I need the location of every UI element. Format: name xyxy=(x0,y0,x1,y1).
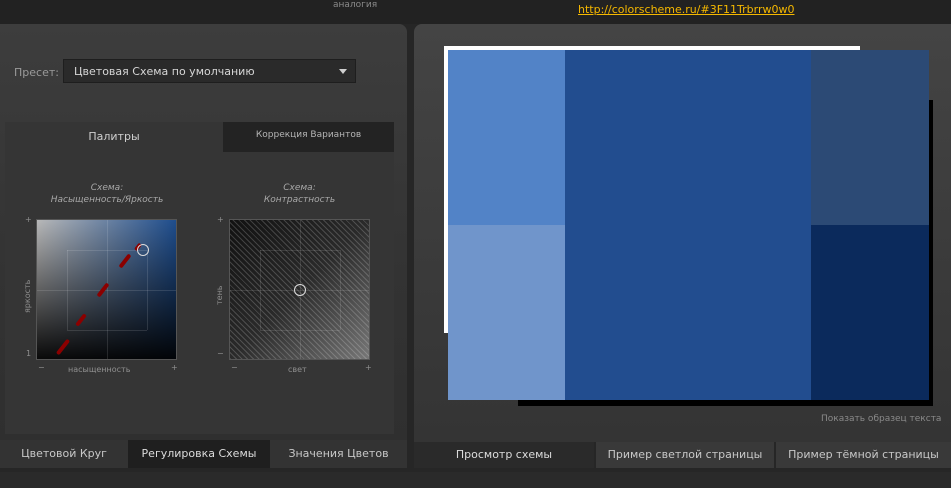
scheme-marker xyxy=(55,338,71,356)
contrast-title: Схема: Контрастность xyxy=(229,182,370,206)
settings-panel: Пресет: Цветовая Схема по умолчанию Пали… xyxy=(0,24,407,440)
contrast-x-axis-label: свет xyxy=(288,365,307,374)
saturation-brightness-title: Схема: Насыщенность/Яркость xyxy=(27,182,187,206)
contrast-y-minus-label: − xyxy=(217,349,224,358)
scheme-marker xyxy=(75,313,87,327)
preset-label: Пресет: xyxy=(14,66,59,79)
scheme-marker xyxy=(118,253,132,269)
swatch-primary-dark[interactable] xyxy=(811,225,929,400)
tab-color-wheel[interactable]: Цветовой Круг xyxy=(0,440,128,468)
tab-color-values[interactable]: Значения Цветов xyxy=(270,440,407,468)
contrast-x-minus-label: − xyxy=(231,363,238,372)
swatch-primary-muted[interactable] xyxy=(811,50,929,225)
preset-dropdown[interactable]: Цветовая Схема по умолчанию xyxy=(63,59,356,83)
contrast-x-plus-label: + xyxy=(365,363,372,372)
show-sample-text-link[interactable]: Показать образец текста xyxy=(821,414,941,424)
contrast-y-axis-label: тень xyxy=(215,285,224,305)
bottom-strip xyxy=(0,472,951,488)
tab-palettes[interactable]: Палитры xyxy=(5,122,223,152)
saturation-brightness-picker[interactable] xyxy=(36,219,177,360)
palettes-tab-content: Схема: Насыщенность/Яркость + 1 яркость xyxy=(5,152,394,434)
contrast-picker[interactable] xyxy=(229,219,370,360)
contrast-picker-handle[interactable] xyxy=(294,284,306,296)
tab-dark-page-example[interactable]: Пример тёмной страницы xyxy=(776,442,951,468)
top-bar: аналогия http://colorscheme.ru/#3F11Trbr… xyxy=(0,0,951,24)
tab-light-page-example[interactable]: Пример светлой страницы xyxy=(596,442,774,468)
preset-selected-value: Цветовая Схема по умолчанию xyxy=(74,65,255,78)
contrast-title-line2: Контрастность xyxy=(263,195,336,205)
saturation-title-line2: Насыщенность/Яркость xyxy=(50,195,164,205)
tab-adjust-scheme[interactable]: Регулировка Схемы xyxy=(128,440,270,468)
scheme-mode-label: аналогия xyxy=(333,0,378,10)
swatch-primary-light[interactable] xyxy=(448,50,565,225)
swatch-primary-main[interactable] xyxy=(565,50,811,400)
scheme-url-link[interactable]: http://colorscheme.ru/#3F11Trbrrw0w0 xyxy=(578,3,794,16)
sat-y-axis-label: яркость xyxy=(23,279,32,313)
chevron-down-icon xyxy=(339,69,347,74)
sat-x-plus-label: + xyxy=(171,363,178,372)
palette-settings-box: Палитры Коррекция Вариантов Схема: Насыщ… xyxy=(5,122,394,434)
saturation-title-line1: Схема: xyxy=(90,183,124,193)
saturation-picker-handle[interactable] xyxy=(137,244,149,256)
tab-scheme-preview[interactable]: Просмотр схемы xyxy=(414,442,594,468)
contrast-y-plus-label: + xyxy=(217,215,224,224)
tab-variant-correction[interactable]: Коррекция Вариантов xyxy=(223,122,394,152)
sat-x-minus-label: − xyxy=(38,363,45,372)
sat-x-axis-label: насыщенность xyxy=(68,365,131,374)
sat-y-one-label: 1 xyxy=(26,349,32,358)
sat-y-plus-label: + xyxy=(25,215,32,224)
swatch-primary-pale[interactable] xyxy=(448,225,565,400)
contrast-title-line1: Схема: xyxy=(283,183,316,193)
